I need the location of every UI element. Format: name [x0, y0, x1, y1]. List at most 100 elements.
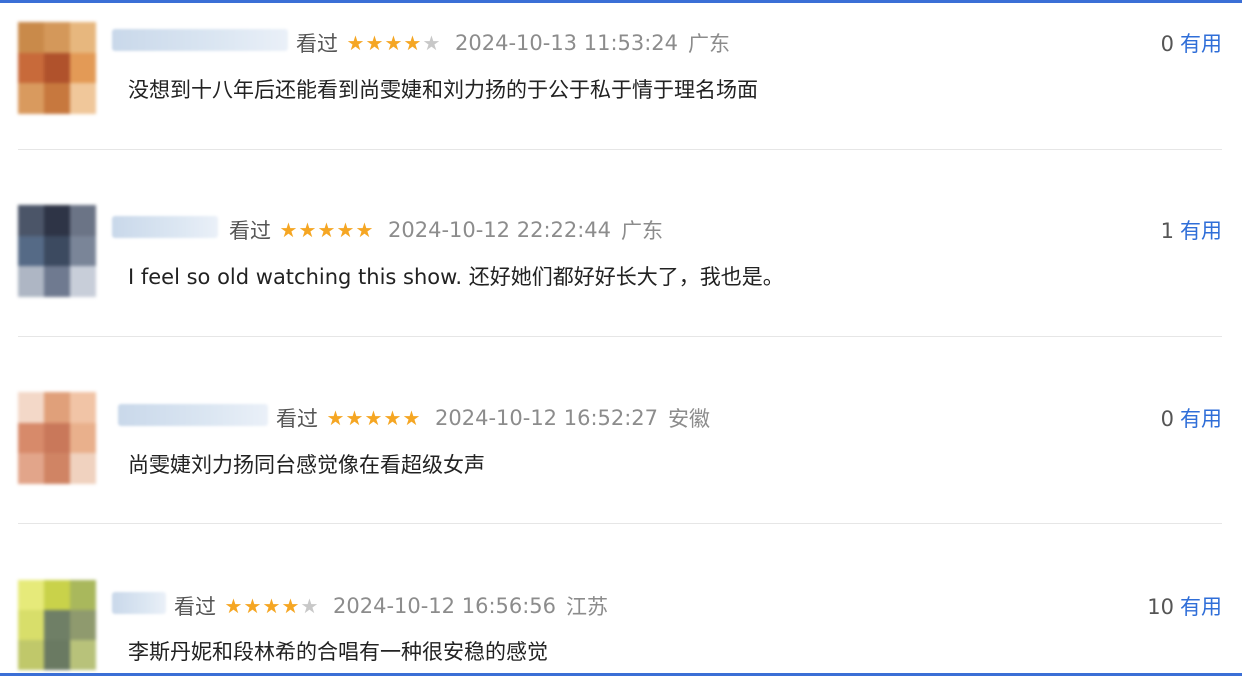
avatar[interactable] [18, 392, 96, 484]
avatar-pixel [18, 453, 44, 484]
username-blurred[interactable] [118, 404, 268, 426]
useful-vote[interactable]: 0 有用 [1161, 28, 1222, 58]
star-filled-icon: ★ [345, 406, 364, 430]
comment-location: 广东 [688, 32, 731, 56]
avatar[interactable] [18, 205, 96, 297]
star-filled-icon: ★ [224, 594, 243, 618]
star-filled-icon: ★ [317, 218, 336, 242]
star-filled-icon: ★ [403, 31, 422, 55]
avatar-pixel [70, 422, 96, 454]
avatar-pixel [70, 580, 96, 610]
avatar-pixel [18, 392, 44, 423]
useful-vote[interactable]: 10 有用 [1147, 591, 1222, 621]
star-filled-icon: ★ [384, 31, 403, 55]
avatar-pixel [44, 83, 70, 114]
useful-button[interactable]: 有用 [1180, 595, 1222, 619]
useful-vote[interactable]: 1 有用 [1161, 215, 1222, 245]
comment-meta: 看过 ★ ★ ★ ★ ★ 2024-10-13 11:53:24 广东 [296, 28, 730, 58]
comment-location: 广东 [621, 219, 664, 243]
avatar-pixel [70, 52, 96, 84]
avatar-pixel [44, 392, 70, 423]
comment-text: 没想到十八年后还能看到尚雯婕和刘力扬的于公于私于情于理名场面 [128, 78, 758, 102]
divider [18, 336, 1222, 337]
star-rating: ★ ★ ★ ★ ★ [279, 220, 374, 240]
avatar-pixel [70, 83, 96, 114]
useful-count: 1 [1160, 219, 1174, 243]
watched-label: 看过 [296, 32, 338, 56]
avatar-pixel [18, 266, 44, 297]
star-rating: ★ ★ ★ ★ ★ [224, 596, 319, 616]
avatar[interactable] [18, 580, 96, 670]
star-filled-icon: ★ [243, 594, 262, 618]
window-top-border [0, 0, 1242, 3]
avatar-pixel [18, 610, 44, 640]
useful-button[interactable]: 有用 [1180, 407, 1222, 431]
avatar-pixel [70, 205, 96, 236]
watched-label: 看过 [174, 595, 216, 619]
username-blurred[interactable] [112, 592, 166, 614]
star-filled-icon: ★ [364, 406, 383, 430]
useful-count: 0 [1160, 407, 1174, 431]
star-filled-icon: ★ [336, 218, 355, 242]
comment-date: 2024-10-12 16:56:56 [333, 594, 557, 618]
avatar-pixel [18, 422, 44, 454]
avatar-pixel [44, 422, 70, 454]
avatar-pixel [44, 22, 70, 53]
watched-label: 看过 [229, 219, 271, 243]
star-rating: ★ ★ ★ ★ ★ [346, 33, 441, 53]
avatar-pixel [18, 205, 44, 236]
avatar-pixel [44, 52, 70, 84]
star-filled-icon: ★ [262, 594, 281, 618]
avatar-pixel [44, 640, 70, 670]
avatar-pixel [70, 266, 96, 297]
star-filled-icon: ★ [279, 218, 298, 242]
star-empty-icon: ★ [300, 594, 319, 618]
username-blurred[interactable] [112, 29, 288, 51]
avatar-pixel [44, 205, 70, 236]
comment-location: 安徽 [668, 407, 711, 431]
useful-vote[interactable]: 0 有用 [1161, 403, 1222, 433]
comment-date: 2024-10-12 16:52:27 [435, 406, 659, 430]
star-filled-icon: ★ [355, 218, 374, 242]
avatar-pixel [44, 235, 70, 267]
comment-meta: 看过 ★ ★ ★ ★ ★ 2024-10-12 22:22:44 广东 [229, 215, 663, 245]
username-blurred[interactable] [112, 216, 218, 238]
avatar-pixel [70, 453, 96, 484]
useful-button[interactable]: 有用 [1180, 219, 1222, 243]
avatar-pixel [70, 22, 96, 53]
avatar-pixel [44, 580, 70, 610]
avatar-pixel [44, 610, 70, 640]
avatar-pixel [70, 392, 96, 423]
star-filled-icon: ★ [383, 406, 402, 430]
avatar-pixel [18, 22, 44, 53]
avatar[interactable] [18, 22, 96, 114]
comment-text: I feel so old watching this show. 还好她们都好… [128, 265, 784, 289]
useful-button[interactable]: 有用 [1180, 32, 1222, 56]
watched-label: 看过 [276, 407, 318, 431]
avatar-pixel [18, 640, 44, 670]
comment-meta: 看过 ★ ★ ★ ★ ★ 2024-10-12 16:56:56 江苏 [174, 591, 608, 621]
star-filled-icon: ★ [326, 406, 345, 430]
avatar-pixel [18, 52, 44, 84]
star-empty-icon: ★ [422, 31, 441, 55]
star-filled-icon: ★ [346, 31, 365, 55]
avatar-pixel [44, 453, 70, 484]
comment-text: 李斯丹妮和段林希的合唱有一种很安稳的感觉 [128, 640, 548, 664]
comment-date: 2024-10-13 11:53:24 [455, 31, 679, 55]
avatar-pixel [70, 235, 96, 267]
avatar-pixel [18, 83, 44, 114]
star-filled-icon: ★ [298, 218, 317, 242]
comment-date: 2024-10-12 22:22:44 [388, 218, 612, 242]
avatar-pixel [44, 266, 70, 297]
divider [18, 149, 1222, 150]
useful-count: 0 [1160, 32, 1174, 56]
star-filled-icon: ★ [365, 31, 384, 55]
star-rating: ★ ★ ★ ★ ★ [326, 408, 421, 428]
avatar-pixel [18, 580, 44, 610]
star-filled-icon: ★ [402, 406, 421, 430]
star-filled-icon: ★ [281, 594, 300, 618]
useful-count: 10 [1147, 595, 1174, 619]
avatar-pixel [70, 640, 96, 670]
comment-location: 江苏 [566, 595, 609, 619]
avatar-pixel [70, 610, 96, 640]
